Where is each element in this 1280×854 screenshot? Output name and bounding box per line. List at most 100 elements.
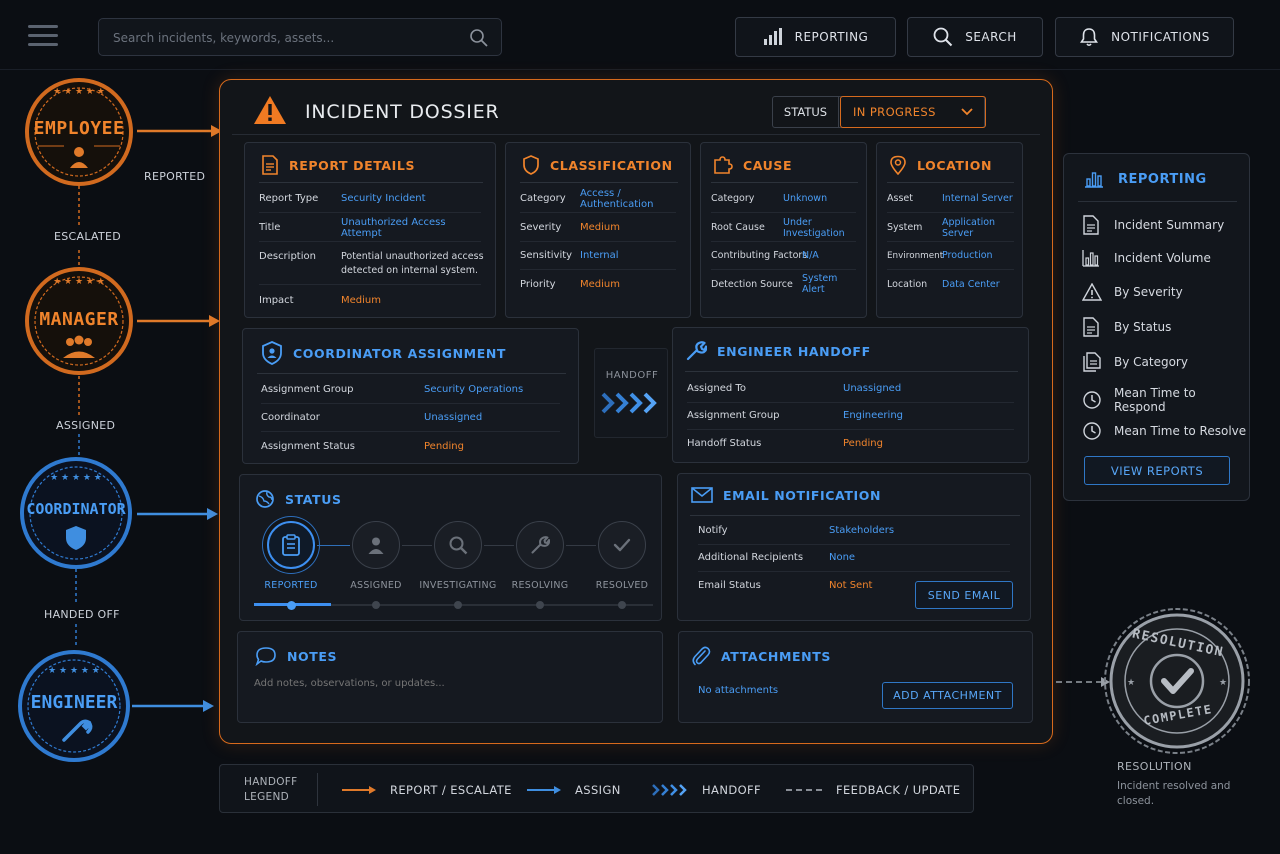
report-item-by-status[interactable]: By Status bbox=[1082, 317, 1171, 337]
report-item-label: By Severity bbox=[1114, 285, 1183, 299]
email-notification-panel: EMAIL NOTIFICATION Notify Stakeholders Ad… bbox=[677, 473, 1031, 621]
field-label: Category bbox=[711, 193, 755, 204]
report-item-label: By Status bbox=[1114, 320, 1172, 334]
search-button[interactable]: SEARCH bbox=[907, 17, 1043, 57]
status-step-label: RESOLVED bbox=[595, 580, 649, 591]
field-label: Severity bbox=[520, 222, 562, 233]
assigned-label: ASSIGNED bbox=[56, 419, 116, 432]
chevron-down-icon[interactable] bbox=[961, 108, 973, 116]
category-row: Category Access / Authentication bbox=[520, 185, 676, 213]
description-value: Potential unauthorized access detected o… bbox=[341, 251, 484, 276]
reporting-button[interactable]: REPORTING bbox=[735, 17, 896, 57]
send-email-button[interactable]: SEND EMAIL bbox=[915, 581, 1013, 609]
view-reports-button[interactable]: VIEW REPORTS bbox=[1084, 456, 1230, 485]
reported-label: REPORTED bbox=[144, 170, 206, 183]
checkmark-icon bbox=[612, 535, 632, 555]
status-selector[interactable]: STATUS IN PROGRESS bbox=[772, 96, 986, 128]
location-header: LOCATION bbox=[889, 155, 992, 175]
escalated-label: ESCALATED bbox=[54, 230, 122, 243]
location-title: LOCATION bbox=[917, 157, 993, 173]
category-value: Access / Authentication bbox=[580, 187, 654, 210]
cause-header: CAUSE bbox=[713, 155, 792, 175]
assignment-group-row: Assignment Group Security Operations bbox=[261, 376, 560, 404]
environment-value: Production bbox=[942, 250, 993, 261]
handed-off-label: HANDED OFF bbox=[44, 608, 120, 621]
field-label: Assignment Group bbox=[687, 410, 780, 421]
engineer-group-row: Assignment Group Engineering bbox=[687, 402, 1014, 430]
coordinator-assignment-panel: COORDINATOR ASSIGNMENT Assignment Group S… bbox=[242, 328, 579, 464]
progress-dot bbox=[372, 601, 380, 609]
system-value: Application Server bbox=[942, 216, 996, 239]
field-label: Assignment Status bbox=[261, 440, 355, 452]
report-item-by-category[interactable]: By Category bbox=[1082, 352, 1188, 372]
clock-icon bbox=[1082, 390, 1102, 410]
legend-title: HANDOFF LEGEND bbox=[244, 776, 298, 803]
resolution-title: RESOLUTION bbox=[1117, 760, 1192, 773]
title-value: Unauthorized Access Attempt bbox=[341, 216, 446, 239]
add-attachment-button[interactable]: ADD ATTACHMENT bbox=[882, 682, 1013, 709]
engineer-group-value: Engineering bbox=[843, 410, 903, 421]
svg-text:★: ★ bbox=[1219, 678, 1227, 688]
wrench-icon bbox=[530, 535, 550, 555]
legend-report-escalate-label: REPORT / ESCALATE bbox=[390, 782, 512, 797]
coordinator-assignment-title: COORDINATOR ASSIGNMENT bbox=[293, 345, 507, 361]
cause-category-row: Category Unknown bbox=[711, 185, 856, 213]
svg-text:★ ★ ★ ★ ★: ★ ★ ★ ★ ★ bbox=[50, 473, 102, 483]
resolution-description: Incident resolved and closed. bbox=[1117, 780, 1231, 807]
handoff-chevrons-icon bbox=[601, 392, 657, 414]
contributing-factors-row: Contributing Factors N/A bbox=[711, 242, 856, 270]
report-item-incident-summary[interactable]: Incident Summary bbox=[1082, 215, 1224, 235]
step-connector bbox=[566, 545, 596, 546]
sensitivity-value: Internal bbox=[580, 250, 619, 261]
report-item-label: Incident Volume bbox=[1114, 251, 1211, 265]
engineer-handoff-panel: ENGINEER HANDOFF Assigned To Unassigned A… bbox=[672, 327, 1029, 463]
status-step-reported[interactable] bbox=[267, 521, 315, 569]
status-step-assigned[interactable] bbox=[352, 521, 400, 569]
system-row: System Application Server bbox=[887, 214, 1014, 242]
location-value: Data Center bbox=[942, 278, 1000, 290]
severity-row: Severity Medium bbox=[520, 214, 676, 242]
report-item-by-severity[interactable]: By Severity bbox=[1082, 283, 1183, 301]
handoff-status-row: Handoff Status Pending bbox=[687, 429, 1014, 457]
status-step-resolving[interactable] bbox=[516, 521, 564, 569]
report-item-label: Mean Time to Resolve bbox=[1114, 424, 1247, 438]
handoff-legend: HANDOFF LEGEND REPORT / ESCALATE ASSIGN … bbox=[219, 764, 974, 813]
assigned-to-value: Unassigned bbox=[843, 383, 902, 394]
notify-value: Stakeholders bbox=[829, 525, 895, 536]
status-step-investigating[interactable] bbox=[434, 521, 482, 569]
orange-arrow-icon bbox=[342, 785, 376, 794]
status-dropdown[interactable]: IN PROGRESS bbox=[840, 96, 986, 128]
bar-chart-icon bbox=[1082, 249, 1102, 267]
search-input[interactable] bbox=[113, 27, 453, 49]
search-icon[interactable] bbox=[469, 28, 489, 48]
detection-source-value: System Alert bbox=[802, 273, 838, 295]
menu-icon[interactable] bbox=[28, 25, 60, 47]
report-item-mean-time-to-respond[interactable]: Mean Time to Respond bbox=[1082, 386, 1249, 414]
status-progress-panel: STATUS REPORTED ASSIGNED INVESTIGATING RESO… bbox=[239, 474, 662, 621]
legend-handoff-label: HANDOFF bbox=[702, 782, 762, 797]
detection-source-row: Detection Source System Alert bbox=[711, 270, 856, 298]
progress-dot bbox=[287, 601, 296, 610]
handoff-chevrons-icon bbox=[652, 783, 687, 796]
status-step-resolved[interactable] bbox=[598, 521, 646, 569]
notifications-button-label: NOTIFICATIONS bbox=[1111, 30, 1210, 44]
notes-textarea[interactable] bbox=[254, 678, 646, 714]
engineer-handoff-header: ENGINEER HANDOFF bbox=[685, 340, 871, 362]
environment-row: Environment Production bbox=[887, 242, 1014, 270]
notifications-button[interactable]: NOTIFICATIONS bbox=[1055, 17, 1234, 57]
field-label: Location bbox=[887, 278, 928, 290]
legend-feedback: FEEDBACK / UPDATE bbox=[786, 765, 960, 814]
assigned-to-row: Assigned To Unassigned bbox=[687, 375, 1014, 403]
report-details-panel: REPORT DETAILS Report Type Security Incid… bbox=[244, 142, 496, 318]
location-row: Location Data Center bbox=[887, 270, 1014, 298]
magnifier-icon bbox=[448, 535, 468, 555]
attachments-panel: ATTACHMENTS No attachments ADD ATTACHMEN… bbox=[678, 631, 1033, 723]
report-item-mean-time-to-resolve[interactable]: Mean Time to Resolve bbox=[1082, 421, 1246, 441]
report-item-incident-volume[interactable]: Incident Volume bbox=[1082, 249, 1211, 267]
attachments-header: ATTACHMENTS bbox=[691, 645, 831, 667]
reporting-header: REPORTING bbox=[1084, 170, 1207, 188]
puzzle-icon bbox=[714, 156, 733, 174]
coordinator-role-label: COORDINATOR bbox=[26, 500, 126, 518]
search-box[interactable] bbox=[98, 18, 502, 56]
assignment-group-value: Security Operations bbox=[424, 384, 524, 395]
